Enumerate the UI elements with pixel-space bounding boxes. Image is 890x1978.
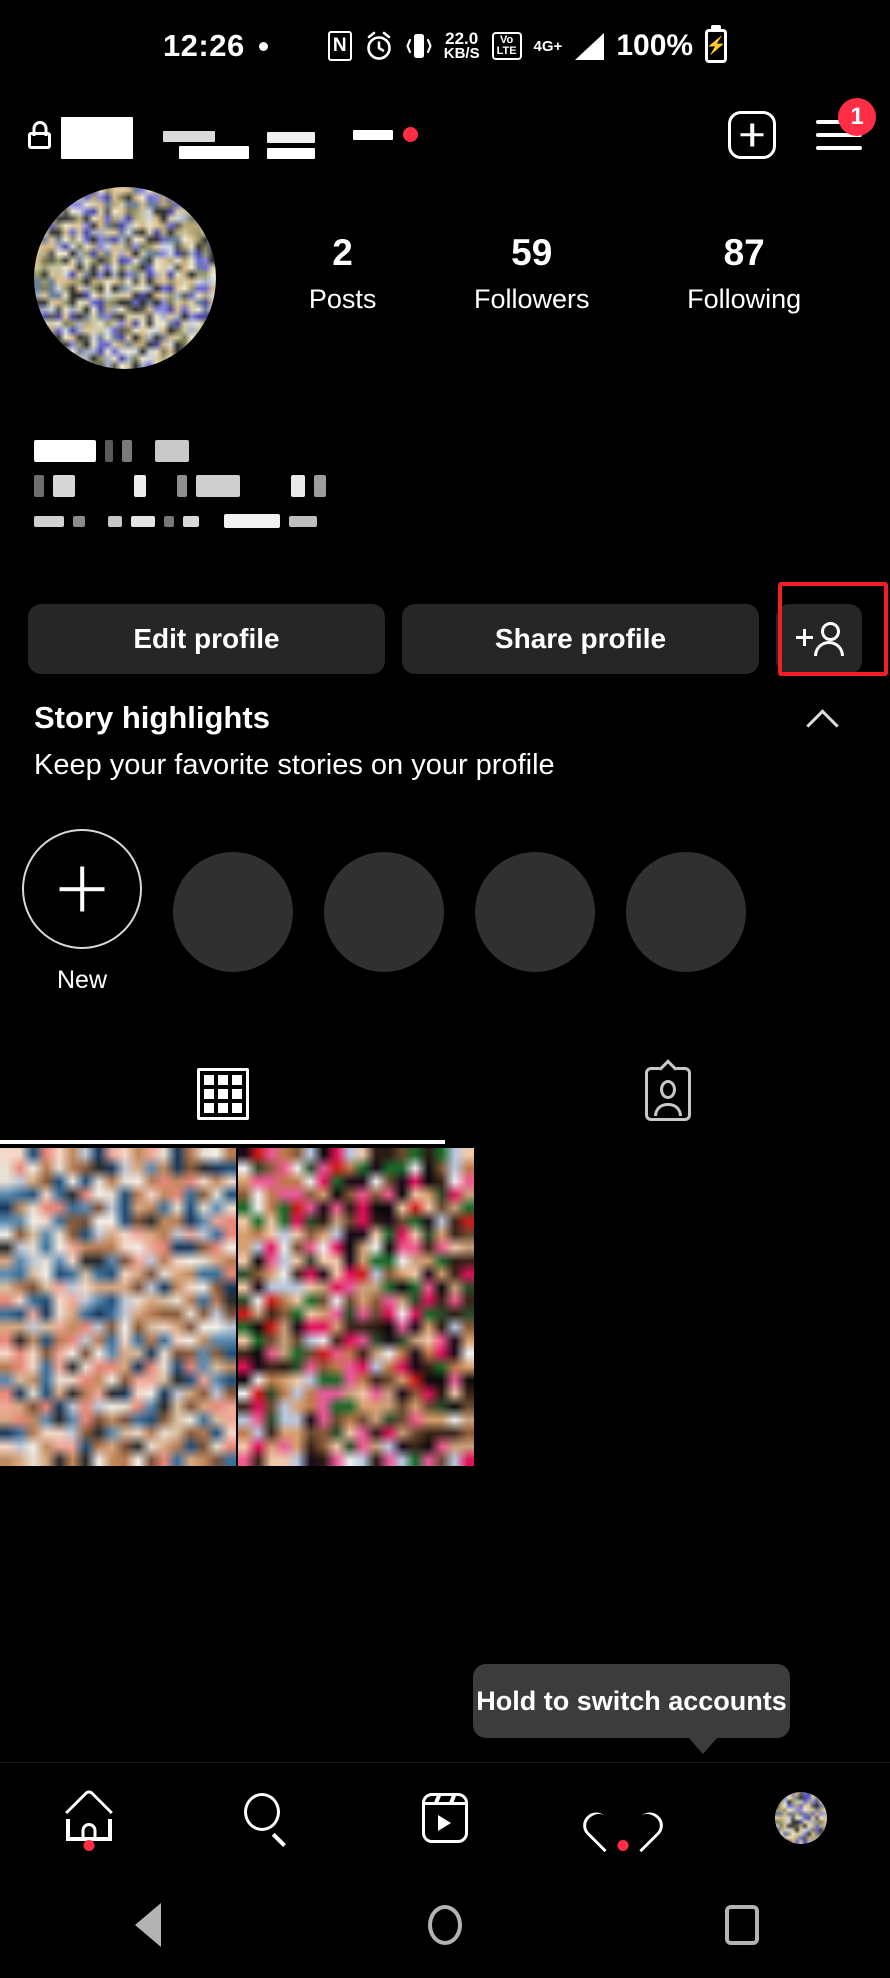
tagged-tab[interactable] bbox=[445, 1048, 890, 1140]
nav-reels[interactable] bbox=[356, 1763, 534, 1873]
story-highlight-placeholder[interactable] bbox=[475, 852, 595, 972]
posts-count: 2 bbox=[332, 232, 353, 273]
story-highlights-row: New bbox=[0, 812, 890, 1012]
posts-grid-tab[interactable] bbox=[0, 1048, 445, 1140]
bottom-navigation bbox=[0, 1762, 890, 1872]
story-highlights-header: Story highlights Keep your favorite stor… bbox=[34, 700, 856, 782]
status-time: 12:26 bbox=[162, 28, 245, 63]
signal-bars-icon bbox=[574, 32, 605, 60]
bio-line bbox=[34, 510, 554, 532]
profile-summary: 2 Posts 59 Followers 87 Following bbox=[0, 187, 890, 369]
nav-home[interactable] bbox=[0, 1763, 178, 1873]
red-dot-icon bbox=[403, 127, 418, 142]
story-highlight-placeholder[interactable] bbox=[626, 852, 746, 972]
reels-icon bbox=[422, 1792, 468, 1843]
post-thumbnail-2[interactable] bbox=[238, 1148, 474, 1466]
menu-badge: 1 bbox=[838, 97, 876, 136]
following-label: Following bbox=[687, 284, 802, 314]
back-triangle-icon bbox=[135, 1903, 162, 1947]
add-person-icon bbox=[796, 622, 844, 656]
redacted-label bbox=[353, 129, 393, 140]
volte-bottom: LTE bbox=[496, 45, 517, 57]
profile-avatar[interactable] bbox=[34, 187, 216, 369]
status-bar: 12:26 N 22.0 KB/S Vo LTE 4G+ 100% ⚡ bbox=[0, 0, 890, 92]
followers-count: 59 bbox=[511, 232, 553, 273]
active-tab-indicator bbox=[0, 1140, 445, 1144]
story-highlight-new[interactable]: New bbox=[22, 829, 142, 995]
system-back-button[interactable] bbox=[0, 1903, 297, 1947]
profile-tabs bbox=[0, 1048, 890, 1140]
system-navigation-bar bbox=[0, 1872, 890, 1978]
posts-grid bbox=[0, 1148, 890, 1466]
nfc-icon: N bbox=[327, 31, 352, 61]
stat-following[interactable]: 87 Following bbox=[687, 231, 801, 319]
plus-icon bbox=[22, 829, 142, 949]
followers-label: Followers bbox=[473, 284, 590, 314]
battery-icon: ⚡ bbox=[705, 29, 728, 63]
data-speed-unit: KB/S bbox=[443, 45, 480, 62]
system-home-button[interactable] bbox=[297, 1905, 594, 1945]
menu-button[interactable]: 1 bbox=[816, 97, 876, 152]
recents-square-icon bbox=[724, 1905, 759, 1945]
post-thumbnail-1[interactable] bbox=[0, 1148, 236, 1466]
activity-badge-dot bbox=[617, 1839, 629, 1851]
alarm-icon bbox=[366, 31, 391, 60]
status-icons: N 22.0 KB/S Vo LTE 4G+ 100% ⚡ bbox=[327, 29, 728, 63]
search-icon bbox=[242, 1792, 292, 1847]
home-icon bbox=[64, 1787, 114, 1841]
system-recents-button[interactable] bbox=[593, 1905, 890, 1945]
nav-activity[interactable] bbox=[534, 1763, 712, 1873]
data-speed-value: 22.0 bbox=[445, 29, 479, 48]
stat-posts[interactable]: 2 Posts bbox=[309, 231, 377, 319]
avatar bbox=[775, 1791, 827, 1844]
vibrate-icon bbox=[406, 34, 432, 58]
heart-icon bbox=[577, 1794, 669, 1852]
share-profile-button[interactable]: Share profile bbox=[402, 604, 759, 674]
profile-action-buttons: Edit profile Share profile bbox=[0, 600, 890, 678]
home-badge-dot bbox=[83, 1839, 95, 1851]
data-speed-indicator: 22.0 KB/S bbox=[443, 29, 480, 62]
volte-icon: Vo LTE bbox=[491, 32, 522, 60]
bio-line bbox=[34, 440, 554, 462]
grid-icon bbox=[196, 1068, 249, 1120]
profile-stats: 2 Posts 59 Followers 87 Following bbox=[216, 231, 856, 319]
discover-people-button[interactable] bbox=[776, 604, 862, 674]
battery-percent: 100% bbox=[616, 29, 694, 62]
story-highlight-placeholder[interactable] bbox=[173, 852, 293, 972]
posts-label: Posts bbox=[308, 284, 377, 314]
nav-search[interactable] bbox=[178, 1763, 356, 1873]
dot-icon bbox=[258, 41, 268, 51]
username-redacted[interactable] bbox=[61, 111, 315, 159]
instagram-profile-screen: 12:26 N 22.0 KB/S Vo LTE 4G+ 100% ⚡ 1 2 … bbox=[0, 0, 890, 1978]
network-type-label: 4G+ bbox=[533, 37, 563, 55]
home-circle-icon bbox=[428, 1905, 462, 1945]
stat-followers[interactable]: 59 Followers bbox=[474, 231, 590, 319]
profile-bio-redacted bbox=[34, 440, 554, 545]
tagged-icon bbox=[644, 1059, 691, 1121]
bio-line bbox=[34, 475, 554, 497]
create-new-post-button[interactable] bbox=[728, 110, 776, 159]
story-highlight-new-label: New bbox=[56, 966, 107, 994]
story-highlights-title: Story highlights bbox=[34, 700, 270, 735]
app-header: 1 bbox=[0, 92, 890, 177]
story-highlight-placeholder[interactable] bbox=[324, 852, 444, 972]
edit-profile-button[interactable]: Edit profile bbox=[28, 604, 385, 674]
switch-accounts-tooltip: Hold to switch accounts bbox=[473, 1664, 790, 1754]
story-highlights-subtitle: Keep your favorite stories on your profi… bbox=[34, 749, 555, 781]
following-count: 87 bbox=[723, 232, 765, 273]
lock-icon bbox=[28, 120, 51, 149]
nav-profile[interactable] bbox=[712, 1763, 890, 1873]
